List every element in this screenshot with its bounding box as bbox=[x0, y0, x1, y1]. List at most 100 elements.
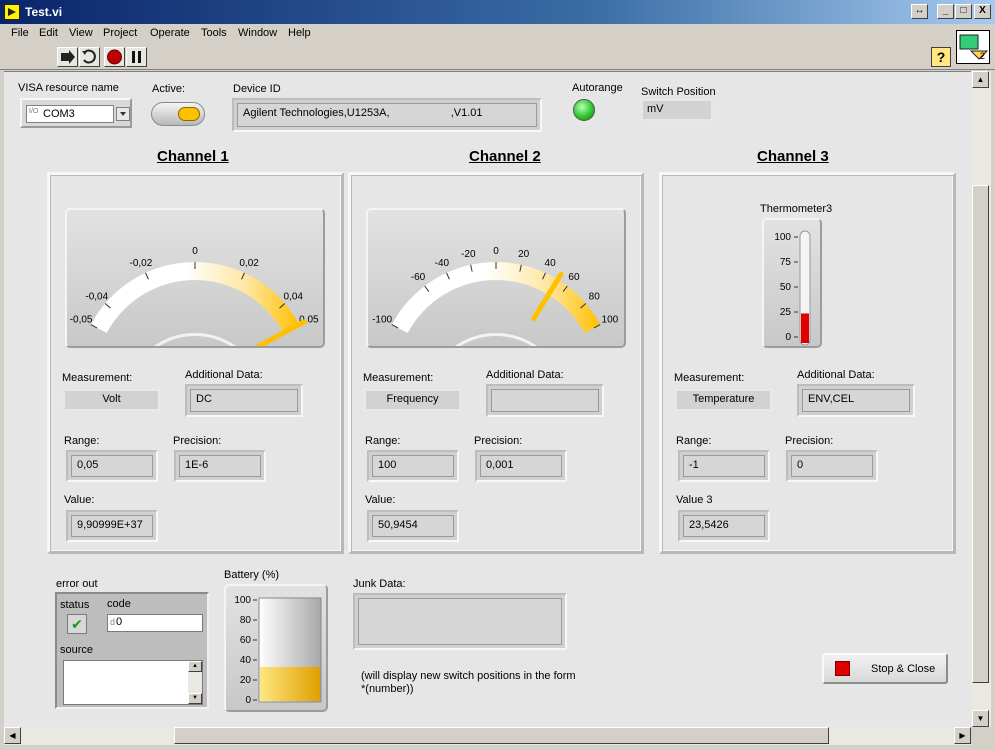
meter-tick-label: -0,04 bbox=[85, 291, 108, 302]
error-code-label: code bbox=[107, 598, 131, 610]
vi-icon-number: 2 bbox=[980, 51, 986, 61]
battery-tick-label: 0 bbox=[245, 695, 251, 706]
source-scroll-up-icon[interactable]: ▲ bbox=[188, 661, 202, 672]
front-panel: VISA resource name I/O COM3 Active: Devi… bbox=[4, 71, 971, 727]
menu-tools[interactable]: Tools bbox=[201, 27, 227, 39]
meter-tick-label: -0,05 bbox=[70, 314, 93, 325]
error-source-scrollbar[interactable]: ▲ ▼ bbox=[188, 661, 202, 704]
error-code-value: 0 bbox=[116, 616, 123, 628]
channel-1-meter-svg: -0,05-0,04-0,0200,020,040,05 bbox=[70, 246, 319, 346]
channel-2-precision-value: 0,001 bbox=[480, 455, 562, 477]
menu-edit[interactable]: Edit bbox=[39, 27, 58, 39]
meter-scale-arc bbox=[90, 262, 300, 334]
vertical-scrollbar[interactable]: ▲ ▼ bbox=[971, 71, 991, 727]
battery-label: Battery (%) bbox=[224, 569, 280, 581]
menu-operate[interactable]: Operate bbox=[150, 27, 190, 39]
channel-1-value: 9,90999E+37 bbox=[71, 515, 153, 537]
channel-2-measurement-label: Measurement: bbox=[363, 372, 434, 384]
channel-2-range-label: Range: bbox=[365, 435, 401, 447]
scroll-right-icon[interactable]: ▶ bbox=[954, 727, 971, 744]
channel-1-meter: -0,05 -0,04 -0,02 0 0,02 0,04 0,05 bbox=[65, 208, 325, 348]
thermometer-tick-label: 0 bbox=[785, 332, 791, 343]
maximize-button[interactable]: □ bbox=[955, 4, 972, 19]
switch-position-label: Switch Position bbox=[641, 86, 716, 98]
channel-3-value-indicator: 23,5426 bbox=[678, 510, 770, 542]
close-button[interactable]: X bbox=[974, 4, 991, 19]
menu-window[interactable]: Window bbox=[238, 27, 277, 39]
channel-1-value-label: Value: bbox=[64, 494, 95, 506]
meter-tick-label: -40 bbox=[435, 258, 450, 269]
channel-3-measurement-value: Temperature bbox=[692, 393, 755, 405]
battery-tick-label: 20 bbox=[240, 675, 252, 686]
device-id-indicator: Agilent Technologies,U1253A, ,V1.01 bbox=[232, 98, 542, 132]
labview-app-icon bbox=[4, 4, 20, 20]
thermometer-tick-label: 25 bbox=[780, 307, 792, 318]
switch-position-value: mV bbox=[647, 103, 664, 115]
channel-3-value: 23,5426 bbox=[683, 515, 765, 537]
context-help-button[interactable]: ? bbox=[931, 47, 951, 67]
visa-input[interactable]: I/O COM3 bbox=[26, 105, 114, 123]
scroll-left-icon[interactable]: ◀ bbox=[4, 727, 21, 744]
channel-1-range-value: 0,05 bbox=[71, 455, 153, 477]
meter-tick-label: 0 bbox=[493, 246, 499, 257]
channel-1-range-indicator: 0,05 bbox=[66, 450, 158, 482]
error-out-label: error out bbox=[56, 578, 98, 590]
meter-tick-label: -60 bbox=[411, 272, 426, 283]
channel-2-measurement-indicator: Frequency bbox=[364, 389, 461, 411]
junk-data-value bbox=[358, 598, 562, 645]
channel-2-value: 50,9454 bbox=[372, 515, 454, 537]
channel-1-measurement-indicator: Volt bbox=[63, 389, 160, 411]
resize-icon[interactable]: ↔ bbox=[911, 4, 928, 19]
channel-3-value-label: Value 3 bbox=[676, 494, 713, 506]
meter-tick-label: 80 bbox=[589, 291, 601, 302]
channel-1-additional-label: Additional Data: bbox=[185, 369, 263, 381]
meter-tick-label: 0,02 bbox=[239, 258, 259, 269]
thermometer-svg: 100 75 50 25 0 bbox=[774, 230, 811, 346]
channel-2-range-indicator: 100 bbox=[367, 450, 459, 482]
pause-button[interactable] bbox=[126, 47, 147, 67]
abort-button[interactable] bbox=[104, 47, 125, 67]
battery-gauge: 100 80 60 40 20 0 bbox=[224, 584, 328, 712]
junk-data-label: Junk Data: bbox=[353, 578, 406, 590]
channel-1-title: Channel 1 bbox=[157, 148, 229, 165]
visa-resource-control[interactable]: I/O COM3 bbox=[20, 98, 132, 128]
resize-grip[interactable] bbox=[971, 727, 991, 745]
error-code-field: d 0 bbox=[107, 614, 203, 632]
channel-2-value-label: Value: bbox=[365, 494, 396, 506]
channel-1-group: -0,05 -0,04 -0,02 0 0,02 0,04 0,05 Measurement… bbox=[47, 172, 344, 554]
scroll-up-icon[interactable]: ▲ bbox=[972, 71, 989, 88]
source-scroll-down-icon[interactable]: ▼ bbox=[188, 693, 202, 704]
vertical-scroll-thumb[interactable] bbox=[972, 185, 989, 683]
channel-3-range-label: Range: bbox=[676, 435, 712, 447]
title-bar: Test.vi ↔ _ □ X bbox=[0, 0, 995, 24]
menu-help[interactable]: Help bbox=[288, 27, 311, 39]
stop-square-icon bbox=[835, 661, 850, 676]
channel-2-meter-svg: -100 -60 -40 -20 0 20 40 60 80 100 bbox=[372, 246, 619, 346]
vi-icon[interactable]: 2 bbox=[956, 30, 990, 64]
menu-file[interactable]: File bbox=[11, 27, 29, 39]
scroll-down-icon[interactable]: ▼ bbox=[972, 710, 989, 727]
channel-3-range-value: -1 bbox=[683, 455, 765, 477]
horizontal-scroll-thumb[interactable] bbox=[174, 727, 829, 744]
autorange-label: Autorange bbox=[572, 82, 623, 94]
channel-3-title: Channel 3 bbox=[757, 148, 829, 165]
stop-close-button[interactable]: Stop & Close bbox=[822, 653, 948, 684]
visa-dropdown-button[interactable] bbox=[116, 107, 130, 121]
menu-view[interactable]: View bbox=[69, 27, 93, 39]
horizontal-scrollbar[interactable]: ◀ ▶ bbox=[4, 727, 971, 745]
channel-3-additional-label: Additional Data: bbox=[797, 369, 875, 381]
visa-value: COM3 bbox=[43, 108, 75, 120]
io-prefix-icon: I/O bbox=[29, 108, 39, 115]
error-source-field: ▲ ▼ bbox=[63, 660, 203, 705]
menu-project[interactable]: Project bbox=[103, 27, 137, 39]
run-arrow-button[interactable] bbox=[57, 47, 78, 67]
thermometer-label: Thermometer3 bbox=[760, 203, 833, 215]
minimize-button[interactable]: _ bbox=[937, 4, 954, 19]
meter-tick-label: 0 bbox=[192, 246, 198, 257]
device-id-label: Device ID bbox=[233, 83, 281, 95]
active-toggle[interactable] bbox=[151, 102, 205, 126]
junk-data-note: (will display new switch positions in th… bbox=[361, 670, 576, 695]
run-continuously-button[interactable] bbox=[79, 47, 100, 67]
meter-hub-arc bbox=[454, 332, 538, 346]
abort-icon bbox=[107, 49, 122, 65]
